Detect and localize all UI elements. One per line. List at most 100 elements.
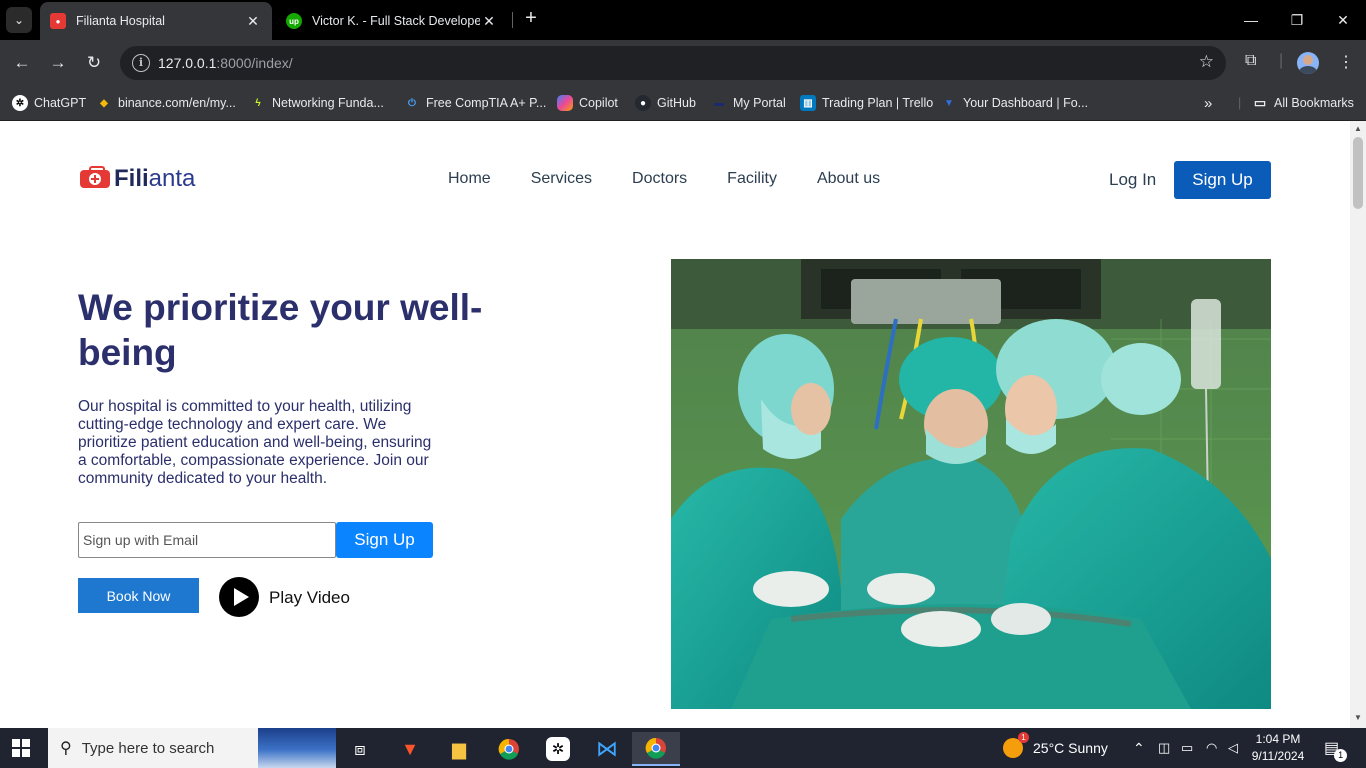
weather-widget[interactable]: 1 25°C Sunny [1003,728,1108,768]
taskbar-search[interactable]: ⚲ Type here to search [48,728,336,768]
url-text[interactable]: 127.0.0.1:8000/index/ [158,55,293,71]
bookmark-chatgpt[interactable]: ✲ ChatGPT [12,92,86,114]
notification-count: 1 [1334,749,1348,762]
browser-toolbar: ← → ↻ i 127.0.0.1:8000/index/ ☆ ⧉ | ⋮ [0,40,1366,86]
clock[interactable]: 1:04 PM 9/11/2024 [1248,731,1308,765]
file-explorer-icon[interactable]: ▆ [439,732,479,766]
email-signup-button[interactable]: Sign Up [336,522,433,558]
nav-services[interactable]: Services [531,170,592,188]
nav-home[interactable]: Home [448,170,491,188]
weather-badge: 1 [1018,732,1029,743]
minimize-button[interactable]: — [1228,0,1274,40]
chatgpt-app-icon[interactable]: ✲ [538,732,578,766]
folder-icon: ▭ [1253,95,1267,110]
bolt-icon: ϟ [255,97,261,109]
scroll-up-arrow[interactable]: ▲ [1354,124,1362,133]
power-icon: ⏻ [408,97,416,109]
nav-doctors[interactable]: Doctors [632,170,687,188]
scroll-down-arrow[interactable]: ▼ [1354,713,1362,722]
login-link[interactable]: Log In [1109,170,1156,190]
vscode-icon[interactable]: ⋈ [587,732,627,766]
bookmarks-overflow-button[interactable]: » [1204,92,1212,114]
book-now-button[interactable]: Book Now [78,578,199,613]
menu-icon[interactable]: ⋮ [1338,52,1354,72]
new-tab-button[interactable]: + [520,8,542,30]
red-square-icon: ● [50,13,66,29]
clock-date: 9/11/2024 [1251,749,1305,763]
meet-now-icon[interactable]: ◫ [1158,728,1170,768]
url-host: 127.0.0.1 [158,55,217,71]
tab-victor-k[interactable]: up Victor K. - Full Stack Developer ✕ [276,2,508,40]
chrome-icon[interactable] [489,732,529,766]
bookmark-label: Your Dashboard | Fo... [963,96,1089,110]
page-scrollbar[interactable]: ▲ ▼ [1350,121,1366,728]
tab-filianta-hospital[interactable]: ● Filianta Hospital ✕ [40,2,272,40]
bookmark-trello[interactable]: ▥ Trading Plan | Trello [800,92,933,114]
medical-kit-icon [80,166,110,188]
signup-button[interactable]: Sign Up [1174,161,1271,199]
main-nav: Home Services Doctors Facility About us [448,170,920,188]
reload-button[interactable]: ↻ [81,50,107,76]
battery-icon[interactable]: ▭ [1181,728,1193,768]
bookmark-dashboard[interactable]: ▼ Your Dashboard | Fo... [941,92,1088,114]
restore-button[interactable]: ❐ [1274,0,1320,40]
tab-separator [512,12,513,28]
wifi-icon[interactable]: ◠ [1206,728,1217,768]
bookmarks-divider: | [1238,96,1242,110]
scroll-thumb[interactable] [1353,137,1363,209]
close-icon[interactable]: ✕ [244,13,262,30]
task-view-icon[interactable]: ⧈ [340,732,380,766]
volume-icon[interactable]: ◁ [1228,728,1238,768]
bookmark-github[interactable]: ● GitHub [635,92,696,114]
windows-taskbar: ⚲ Type here to search ⧈ ▼ ▆ ✲ ⋈ 1 25°C S… [0,728,1366,768]
brave-icon[interactable]: ▼ [390,732,430,766]
toolbar-divider: | [1279,52,1284,69]
portal-icon: ▬ [714,97,724,109]
hero-description: Our hospital is committed to your health… [78,398,432,487]
tab-search-button[interactable]: ⌄ [6,7,32,33]
tab-title: Filianta Hospital [76,14,165,28]
nav-about-us[interactable]: About us [817,170,880,188]
surgeons-operating-room-photo [671,259,1271,709]
tray-chevron-icon[interactable]: ⌃ [1133,728,1145,768]
bookmark-label: GitHub [657,96,696,110]
trello-icon: ▥ [800,95,816,111]
back-button[interactable]: ← [9,50,35,76]
bookmark-label: binance.com/en/my... [118,96,236,110]
bookmark-binance[interactable]: ◆ binance.com/en/my... [96,92,236,114]
bookmark-my-portal[interactable]: ▬ My Portal [711,92,786,114]
forward-button[interactable]: → [45,50,71,76]
bookmark-comptia[interactable]: ⏻ Free CompTIA A+ P... [404,92,546,114]
windows-start-icon[interactable] [12,739,30,757]
play-video-link[interactable]: Play Video [269,588,350,608]
weather-text: 25°C Sunny [1033,740,1108,756]
site-logo[interactable]: Filianta [80,165,195,193]
profile-avatar[interactable] [1297,52,1319,74]
dashboard-icon: ▼ [944,97,954,109]
bookmark-networking[interactable]: ϟ Networking Funda... [250,92,384,114]
url-path: :8000/index/ [216,55,293,71]
site-info-icon[interactable]: i [132,54,150,72]
close-icon[interactable]: ✕ [480,13,498,30]
close-window-button[interactable]: ✕ [1320,0,1366,40]
play-icon[interactable] [219,577,259,617]
bookmark-label: ChatGPT [34,96,87,110]
hero-title: We prioritize your well-being [78,287,483,373]
chrome-active-icon[interactable] [632,732,680,766]
search-icon: ⚲ [60,740,72,757]
extensions-icon[interactable]: ⧉ [1245,52,1256,70]
all-bookmarks-label: All Bookmarks [1274,96,1354,110]
binance-icon: ◆ [100,97,108,109]
email-signup-input[interactable] [78,522,336,558]
nav-facility[interactable]: Facility [727,170,777,188]
notifications-icon[interactable]: ▤ 1 [1324,728,1348,768]
web-page: Filianta Home Services Doctors Facility … [0,121,1350,728]
logo-text: Filianta [114,165,196,192]
bookmark-label: Networking Funda... [272,96,384,110]
bookmark-copilot[interactable]: Copilot [557,92,618,114]
all-bookmarks-button[interactable]: ▭ All Bookmarks [1252,92,1354,114]
chatgpt-icon: ✲ [12,95,28,111]
address-bar[interactable]: i 127.0.0.1:8000/index/ ☆ [120,46,1226,80]
star-icon[interactable]: ☆ [1199,52,1214,72]
tab-strip: ⌄ ● Filianta Hospital ✕ up Victor K. - F… [0,0,1366,40]
